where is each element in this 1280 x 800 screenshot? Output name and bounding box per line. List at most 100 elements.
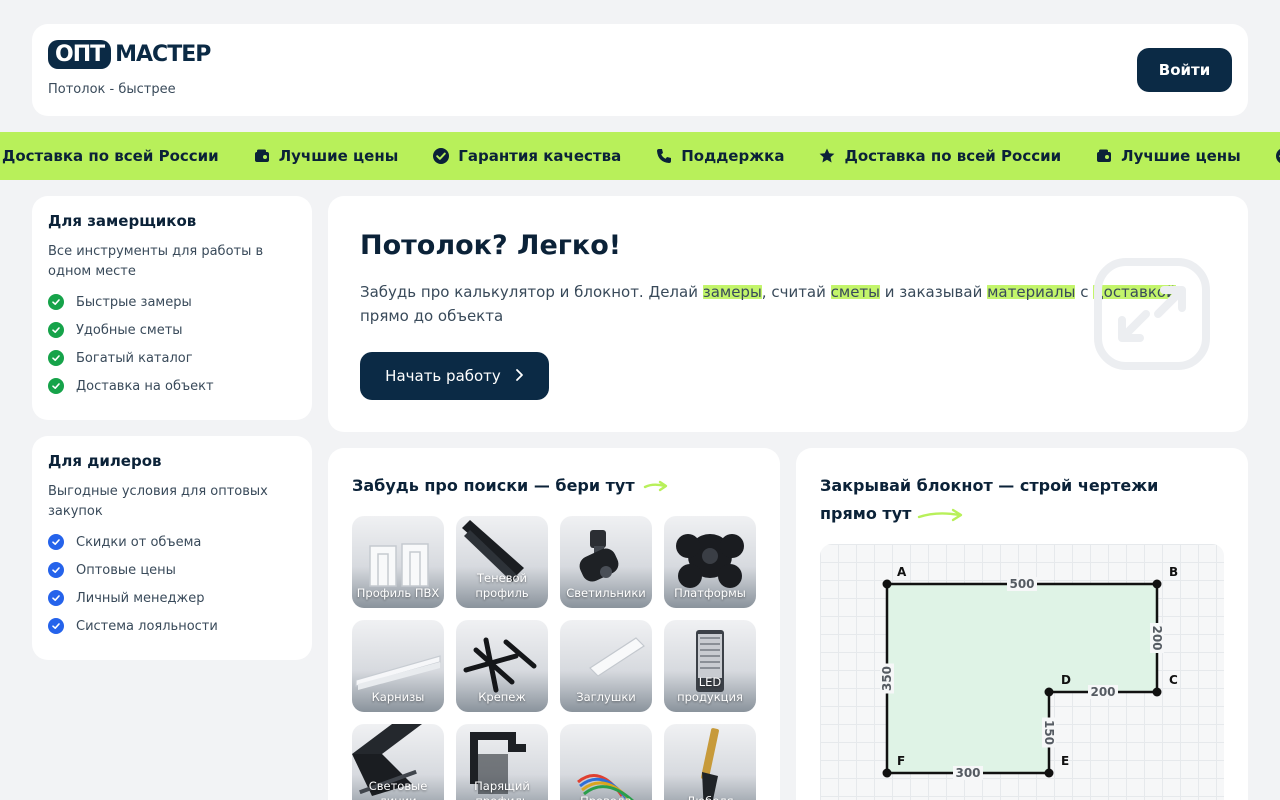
- login-button[interactable]: Войти: [1137, 48, 1232, 92]
- dealers-card: Для дилеров Выгодные условия для оптовых…: [32, 436, 312, 660]
- wallet-icon: [1095, 147, 1113, 165]
- badge-check-icon: [1275, 147, 1280, 165]
- check-circle-icon: [48, 590, 64, 606]
- benefit-item: Богатый каталог: [48, 344, 296, 372]
- catalog-tile-label: Теневой профиль: [475, 571, 529, 600]
- benefit-item: Оптовые цены: [48, 556, 296, 584]
- collapse-arrows-icon: [1094, 258, 1210, 370]
- drawing-title-text: Закрывай блокнот — строй чертежи прямо т…: [820, 476, 1159, 523]
- corner-point[interactable]: [1044, 687, 1054, 697]
- measurers-list: Быстрые замеры Удобные сметы Богатый катал…: [48, 288, 296, 400]
- start-work-label: Начать работу: [385, 367, 501, 385]
- catalog-tile[interactable]: Провода: [560, 724, 652, 800]
- check-circle-icon: [48, 322, 64, 338]
- corner-point[interactable]: [1152, 687, 1162, 697]
- catalog-tile[interactable]: LED продукция: [664, 620, 756, 712]
- hero-card: Потолок? Легко! Забудь про калькулятор и…: [328, 196, 1248, 432]
- wallet-icon: [253, 147, 271, 165]
- ticker-item-label: Лучшие цены: [278, 147, 399, 165]
- measurers-description: Все инструменты для работы в одном месте: [48, 244, 264, 279]
- check-circle-icon: [48, 294, 64, 310]
- drawing-title: Закрывай блокнот — строй чертежи прямо т…: [820, 472, 1220, 528]
- ticker-item-label: Доставка по всей России: [844, 147, 1062, 165]
- catalog-tile-label: Парящий профиль: [474, 779, 530, 800]
- highlighted-word: замеры: [702, 283, 762, 301]
- drawing-canvas[interactable]: 500 200 200 150 300 350 A B C D E F: [820, 544, 1224, 800]
- arrow-right-squiggle-icon: [643, 480, 667, 491]
- catalog-tile[interactable]: Крепеж: [456, 620, 548, 712]
- benefit-item-label: Скидки от объема: [76, 534, 202, 550]
- highlighted-word: сметы: [830, 283, 881, 301]
- catalog-tile[interactable]: Светильники: [560, 516, 652, 608]
- corner-point[interactable]: [882, 768, 892, 778]
- chevron-right-icon: [515, 367, 524, 386]
- badge-check-icon: [432, 147, 450, 165]
- ticker-item: Поддержка: [655, 147, 784, 165]
- catalog-tile-label: Крепеж: [478, 690, 526, 704]
- start-work-button[interactable]: Начать работу: [360, 352, 549, 400]
- ticker-item: Гарантия качества: [432, 147, 621, 165]
- wall-length-label: 350: [880, 666, 894, 691]
- benefit-item-label: Удобные сметы: [76, 322, 183, 338]
- catalog-tile[interactable]: Световые линии: [352, 724, 444, 800]
- catalog-tile[interactable]: Платформы: [664, 516, 756, 608]
- dealers-title: Для дилеров: [48, 452, 162, 470]
- catalog-tile-label: Дюбеля: [668, 794, 752, 800]
- check-circle-icon: [48, 618, 64, 634]
- star-icon: [818, 147, 836, 165]
- catalog-tile[interactable]: Профиль ПВХ: [352, 516, 444, 608]
- catalog-tile[interactable]: Дюбеля: [664, 724, 756, 800]
- catalog-tile[interactable]: Парящий профиль: [456, 724, 548, 800]
- logo-box: ОПТ: [48, 40, 112, 69]
- hero-text: Забудь про калькулятор и блокнот. Делай …: [360, 280, 1210, 328]
- hero-text-fragment: прямо до объекта: [360, 307, 504, 325]
- floor-plan[interactable]: 500 200 200 150 300 350 A B C D E F: [820, 544, 1224, 800]
- benefit-item-label: Система лояльности: [76, 618, 218, 634]
- benefit-item-label: Доставка на объект: [76, 378, 214, 394]
- site-header: ОПТ МАСТЕР Потолок - быстрее Войти: [32, 24, 1248, 116]
- drawing-card: Закрывай блокнот — строй чертежи прямо т…: [796, 448, 1248, 800]
- benefit-item-label: Богатый каталог: [76, 350, 193, 366]
- corner-label: B: [1169, 565, 1178, 579]
- catalog-tile[interactable]: Теневой профиль: [456, 516, 548, 608]
- benefit-item: Быстрые замеры: [48, 288, 296, 316]
- benefit-item: Доставка на объект: [48, 372, 296, 400]
- corner-point[interactable]: [1044, 768, 1054, 778]
- check-circle-icon: [48, 534, 64, 550]
- arrow-right-squiggle-icon: [917, 508, 963, 521]
- catalog-tile-label: Карнизы: [371, 690, 425, 704]
- ticker-item: Доставка по всей России: [818, 147, 1061, 165]
- catalog-tile-label: Светильники: [566, 586, 646, 600]
- catalog-card: Забудь про поиски — бери тут Профиль ПВХ…: [328, 448, 780, 800]
- wires-image: [577, 774, 634, 800]
- catalog-tile[interactable]: Карнизы: [352, 620, 444, 712]
- hero-text-fragment: Забудь про калькулятор и блокнот. Делай: [360, 283, 703, 301]
- benefit-item: Система лояльности: [48, 612, 296, 640]
- corner-point[interactable]: [882, 579, 892, 589]
- wall-length-label: 200: [1150, 625, 1164, 650]
- corner-label: C: [1169, 673, 1178, 687]
- logo[interactable]: ОПТ МАСТЕР: [48, 40, 211, 69]
- wall-length-label: 500: [1009, 577, 1034, 591]
- room-fill: [887, 584, 1157, 773]
- benefit-item: Скидки от объема: [48, 528, 296, 556]
- benefit-item-label: Быстрые замеры: [76, 294, 192, 310]
- benefit-item: Личный менеджер: [48, 584, 296, 612]
- phone-icon: [655, 147, 673, 165]
- wall-length-label: 300: [955, 766, 980, 780]
- highlighted-word: материалы: [987, 283, 1076, 301]
- ticker-item: Лучшие цены: [1095, 147, 1241, 165]
- ticker-item-label: Лучшие цены: [1121, 147, 1241, 165]
- hero-text-fragment: , считай: [761, 283, 831, 301]
- logo-text: МАСТЕР: [115, 42, 211, 67]
- catalog-tile-label: Провода: [564, 794, 648, 800]
- corner-label: A: [897, 565, 907, 579]
- catalog-title: Забудь про поиски — бери тут: [352, 476, 669, 495]
- check-circle-icon: [48, 562, 64, 578]
- corner-point[interactable]: [1152, 579, 1162, 589]
- dealers-list: Скидки от объема Оптовые цены Личный менед…: [48, 528, 296, 640]
- corner-label: F: [897, 754, 905, 768]
- catalog-tile[interactable]: Заглушки: [560, 620, 652, 712]
- ticker-item: Доставка по всей России: [2, 147, 219, 165]
- catalog-tile-label: Профиль ПВХ: [356, 586, 440, 600]
